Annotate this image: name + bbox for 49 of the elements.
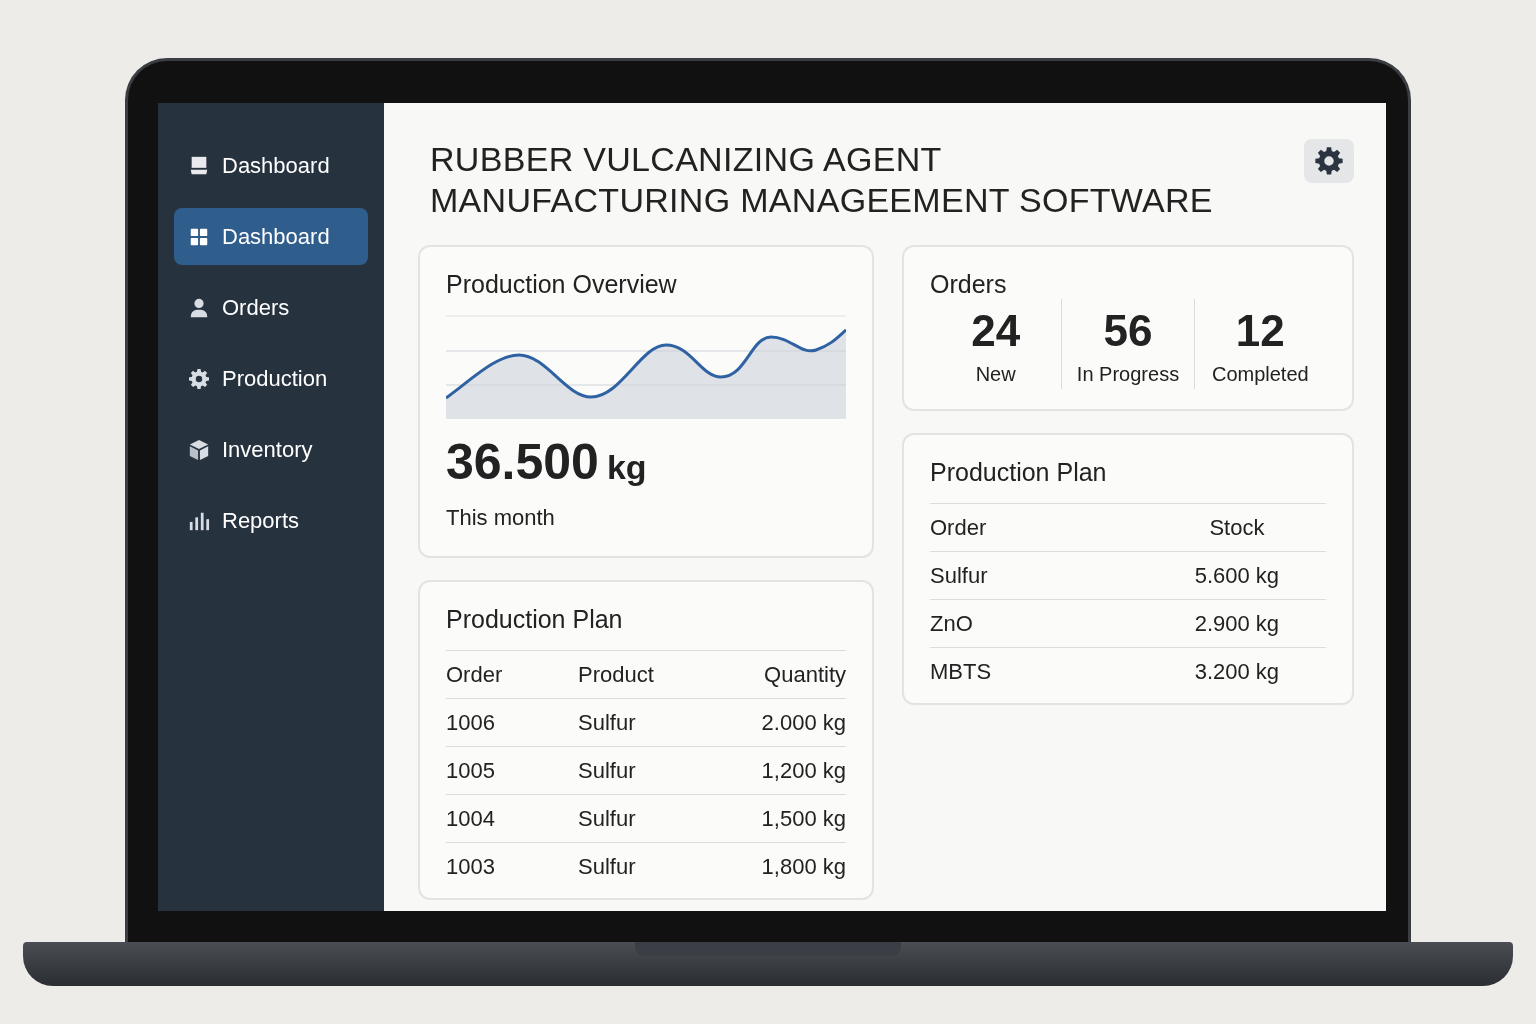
table-cell: 1,500 kg xyxy=(726,794,846,843)
order-status-label: Completed xyxy=(1210,362,1310,387)
table-cell: 1004 xyxy=(446,794,578,843)
card-title: Production Plan xyxy=(446,603,624,634)
card-title: Orders xyxy=(930,268,1008,299)
column-header: Order xyxy=(930,503,1148,552)
production-total: 36.500 xyxy=(446,436,599,487)
sidebar-item[interactable]: Inventory xyxy=(174,421,368,478)
table-cell: ZnO xyxy=(930,599,1148,648)
sidebar-item[interactable]: Reports xyxy=(174,492,368,549)
table-cell: 1,800 kg xyxy=(726,842,846,890)
table-cell: 2.900 kg xyxy=(1147,599,1326,648)
order-count: 56 xyxy=(1102,306,1154,355)
table-cell: 3.200 kg xyxy=(1147,647,1326,695)
gear-icon xyxy=(188,367,210,390)
card-title: Production Overview xyxy=(446,268,678,299)
order-count: 24 xyxy=(970,306,1022,355)
monitor-icon xyxy=(188,154,210,177)
sidebar-item[interactable]: Dashboard xyxy=(174,208,368,265)
table-cell: 1,200 kg xyxy=(726,746,846,795)
card-title: Production Plan xyxy=(930,457,1108,487)
table-cell: 1006 xyxy=(446,698,578,747)
table-cell: 2.000 kg xyxy=(726,698,846,747)
order-status-label: In Progress xyxy=(1075,362,1181,387)
column-header: Quantity xyxy=(726,650,846,699)
settings-button[interactable] xyxy=(1304,139,1354,183)
column-header: Order xyxy=(446,650,578,699)
table-cell: Sulfur xyxy=(578,842,726,890)
table-cell: MBTS xyxy=(930,647,1148,695)
table-cell: 5.600 kg xyxy=(1147,551,1326,600)
box-icon xyxy=(188,438,210,461)
unit-label: kg xyxy=(606,446,647,488)
sidebar-item[interactable]: Dashboard xyxy=(174,137,368,194)
sidebar-item[interactable]: Production xyxy=(174,350,368,407)
order-count: 12 xyxy=(1234,306,1286,355)
table-cell: 1005 xyxy=(446,746,578,795)
table-cell: Sulfur xyxy=(578,794,726,843)
column-header: Stock xyxy=(1147,503,1326,552)
table-cell: Sulfur xyxy=(930,551,1148,600)
period-label: This month xyxy=(446,503,556,532)
sidebar-item[interactable]: Orders xyxy=(174,279,368,336)
person-icon xyxy=(188,296,210,319)
table-cell: 1003 xyxy=(446,842,578,890)
settings-icon xyxy=(1314,146,1344,176)
app-title: RUBBER VULCANIZING AGENT MANUFACTURING MANAGEEMENT SOFTWARE xyxy=(430,139,1213,221)
table-cell: Sulfur xyxy=(578,746,726,795)
order-status-label: New xyxy=(974,362,1017,387)
table-cell: Sulfur xyxy=(578,698,726,747)
column-header: Product xyxy=(578,650,726,699)
